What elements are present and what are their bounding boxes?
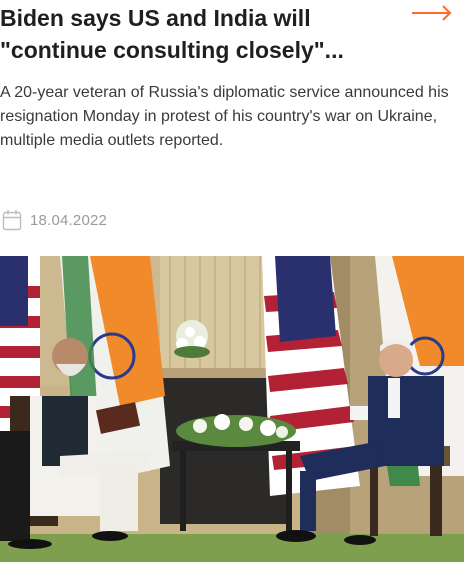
article-photo[interactable]	[0, 256, 464, 562]
news-card: Biden says US and India will "continue c…	[0, 0, 464, 562]
article-excerpt: A 20-year veteran of Russia's diplomatic…	[0, 84, 449, 149]
calendar-icon	[2, 210, 22, 231]
read-more-arrow-icon[interactable]	[410, 2, 454, 24]
article-meta: 18.04.2022	[2, 208, 107, 232]
article-date: 18.04.2022	[30, 211, 108, 229]
article-headline[interactable]: Biden says US and India will "continue c…	[0, 2, 400, 66]
headline-row: Biden says US and India will "continue c…	[0, 0, 464, 70]
